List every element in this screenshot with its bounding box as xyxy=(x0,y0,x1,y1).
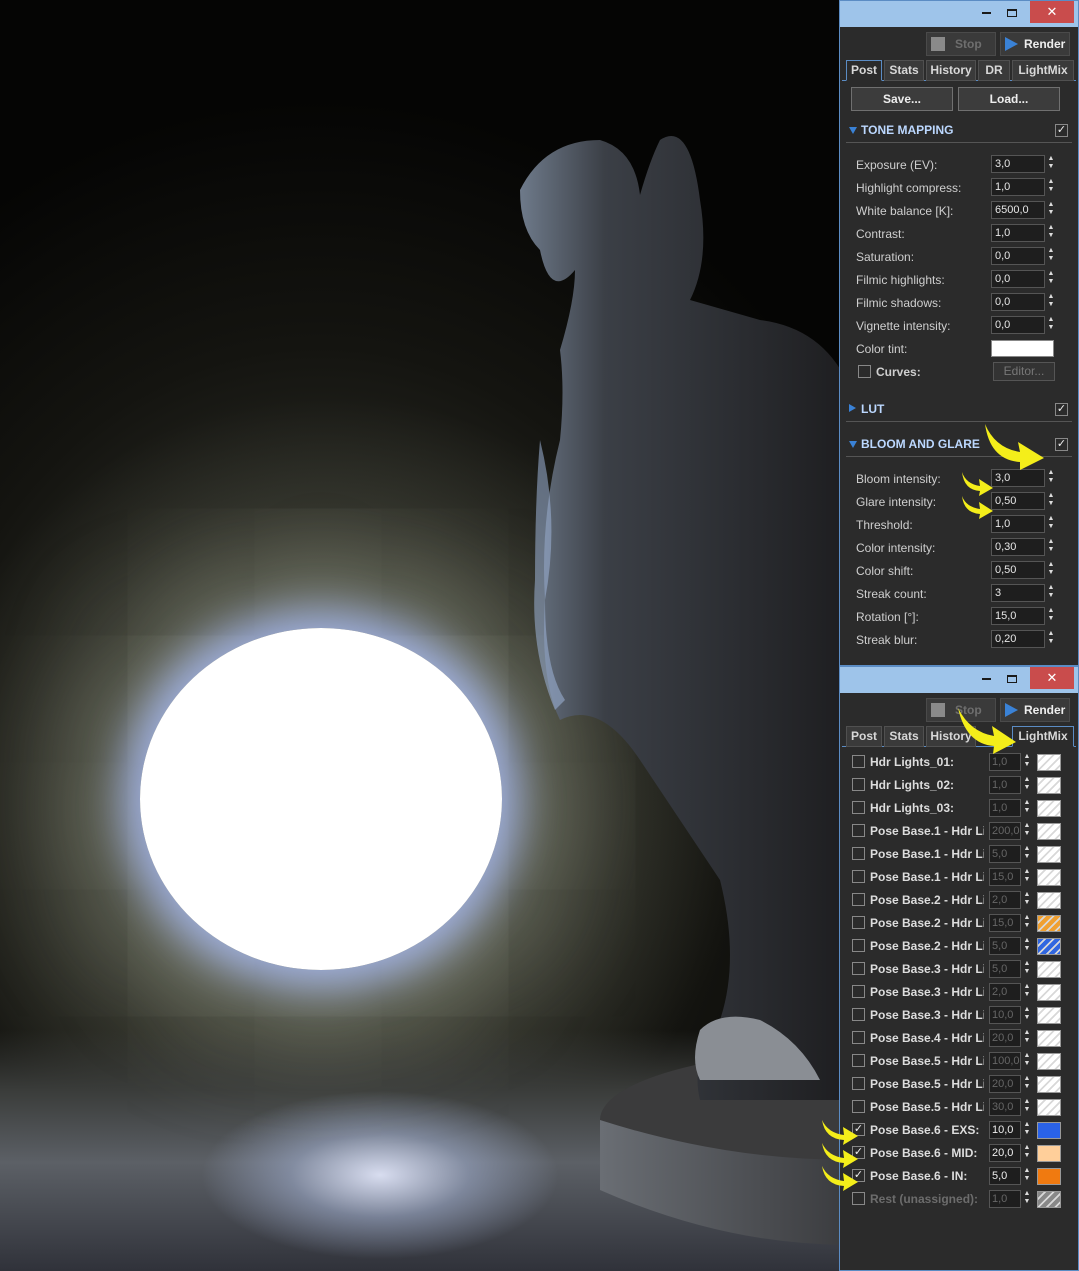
arrow-bloom-glare-icon xyxy=(985,424,1044,470)
arrow-bloom-intensity-icon xyxy=(962,472,993,496)
arrow-in-icon xyxy=(822,1166,858,1191)
arrow-exs-icon xyxy=(822,1120,858,1145)
arrow-mid-icon xyxy=(822,1143,858,1168)
annotation-layer xyxy=(822,424,1044,1191)
annotation-arrow-icons xyxy=(822,424,1044,1191)
arrow-lightmix-tab-icon xyxy=(958,708,1016,754)
arrow-glare-intensity-icon xyxy=(962,496,993,519)
